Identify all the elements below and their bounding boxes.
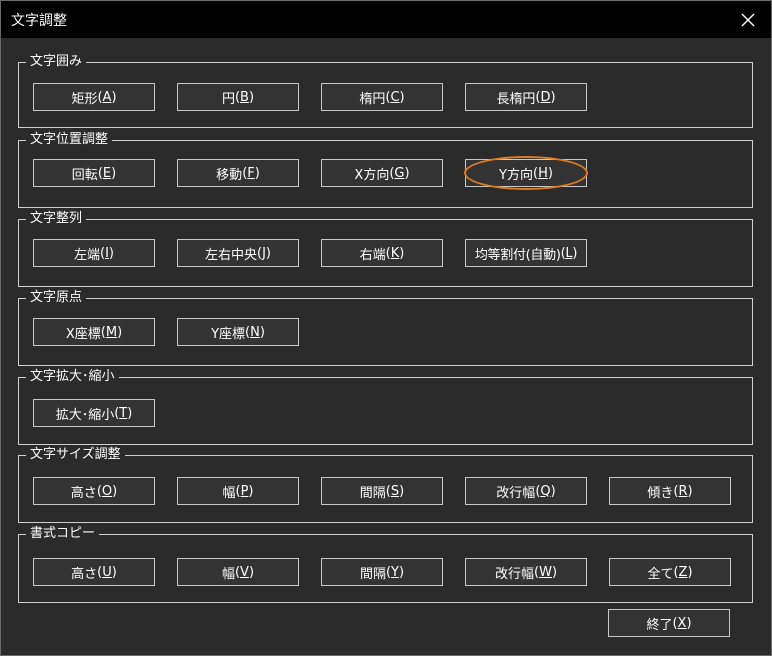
size-slant-button[interactable]: 傾き(R) xyxy=(609,477,731,505)
enclose-ellipse-button[interactable]: 楕円(C) xyxy=(321,83,443,111)
group-origin: 文字原点 X座標(M) Y座標(N) xyxy=(18,290,753,366)
copy-all-button[interactable]: 全て(Z) xyxy=(609,558,731,586)
align-left-button[interactable]: 左端(I) xyxy=(33,239,155,267)
group-label: 文字拡大･縮小 xyxy=(26,369,119,385)
group-label: 文字位置調整 xyxy=(26,132,113,148)
scale-button[interactable]: 拡大･縮小(T) xyxy=(33,399,155,427)
size-height-button[interactable]: 高さ(O) xyxy=(33,477,155,505)
group-position: 文字位置調整 回転(E) 移動(F) X方向(G) Y方向(H) xyxy=(18,132,753,208)
y-coordinate-button[interactable]: Y座標(N) xyxy=(177,318,299,346)
enclose-long-ellipse-button[interactable]: 長楕円(D) xyxy=(465,83,587,111)
enclose-circle-button[interactable]: 円(B) xyxy=(177,83,299,111)
group-scale: 文字拡大･縮小 拡大･縮小(T) xyxy=(18,369,753,445)
group-label: 文字サイズ調整 xyxy=(26,447,125,463)
dialog-window: 文字調整 文字囲み 矩形(A) 円(B) 楕円(C) 長楕円(D) 文字位置調整… xyxy=(0,0,772,656)
title-bar: 文字調整 xyxy=(1,1,771,38)
align-justify-auto-button[interactable]: 均等割付(自動)(L) xyxy=(465,239,587,267)
close-button[interactable] xyxy=(725,1,771,38)
group-enclose: 文字囲み 矩形(A) 円(B) 楕円(C) 長楕円(D) xyxy=(18,54,753,128)
close-icon xyxy=(741,13,755,26)
size-spacing-button[interactable]: 間隔(S) xyxy=(321,477,443,505)
copy-line-height-button[interactable]: 改行幅(W) xyxy=(465,558,587,586)
rotate-button[interactable]: 回転(E) xyxy=(33,159,155,187)
align-right-button[interactable]: 右端(K) xyxy=(321,239,443,267)
window-title: 文字調整 xyxy=(11,13,67,29)
align-center-button[interactable]: 左右中央(J) xyxy=(177,239,299,267)
group-align: 文字整列 左端(I) 左右中央(J) 右端(K) 均等割付(自動)(L) xyxy=(18,211,753,287)
group-label: 書式コピー xyxy=(26,526,100,542)
enclose-rect-button[interactable]: 矩形(A) xyxy=(33,83,155,111)
exit-button[interactable]: 終了(X) xyxy=(608,609,730,637)
group-size: 文字サイズ調整 高さ(O) 幅(P) 間隔(S) 改行幅(Q) 傾き(R) xyxy=(18,447,753,523)
move-button[interactable]: 移動(F) xyxy=(177,159,299,187)
group-label: 文字囲み xyxy=(26,54,87,70)
group-format-copy: 書式コピー 高さ(U) 幅(V) 間隔(Y) 改行幅(W) 全て(Z) xyxy=(18,526,753,603)
size-line-height-button[interactable]: 改行幅(Q) xyxy=(465,477,587,505)
copy-spacing-button[interactable]: 間隔(Y) xyxy=(321,558,443,586)
size-width-button[interactable]: 幅(P) xyxy=(177,477,299,505)
group-label: 文字原点 xyxy=(26,290,87,306)
x-direction-button[interactable]: X方向(G) xyxy=(321,159,443,187)
x-coordinate-button[interactable]: X座標(M) xyxy=(33,318,155,346)
y-direction-button[interactable]: Y方向(H) xyxy=(465,159,587,187)
copy-height-button[interactable]: 高さ(U) xyxy=(33,558,155,586)
copy-width-button[interactable]: 幅(V) xyxy=(177,558,299,586)
group-label: 文字整列 xyxy=(26,211,87,227)
